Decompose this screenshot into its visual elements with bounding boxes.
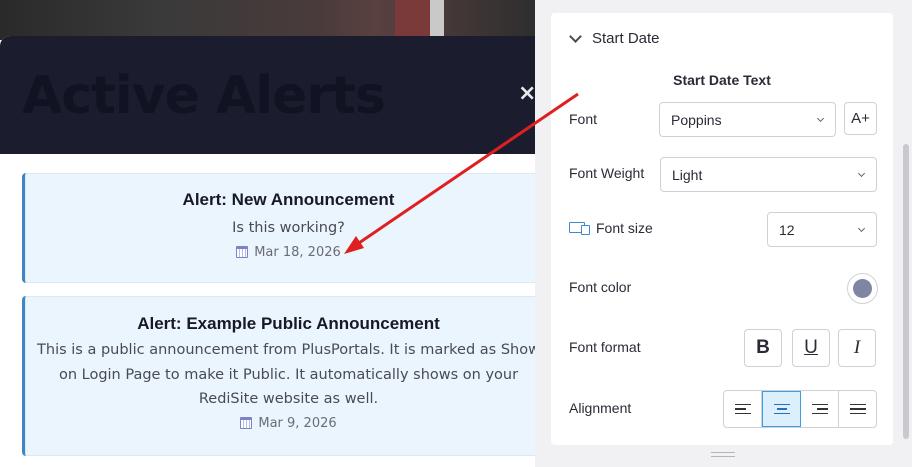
- align-right-icon: [811, 403, 828, 415]
- modal-header: Active Alerts ×: [0, 36, 560, 154]
- font-format-label: Font format: [569, 339, 641, 355]
- font-size-select[interactable]: 12: [767, 212, 877, 247]
- alignment-label: Alignment: [569, 400, 632, 416]
- font-color-dot: [853, 279, 872, 298]
- section-header-start-date[interactable]: Start Date: [569, 29, 660, 47]
- font-select-value: Poppins: [671, 112, 722, 128]
- font-size-label-text: Font size: [596, 220, 653, 236]
- alert-date: Mar 18, 2026: [25, 245, 552, 260]
- subheading: Start Date Text: [673, 72, 771, 88]
- alert-date: Mar 9, 2026: [25, 416, 552, 431]
- chevron-down-icon: [816, 114, 825, 123]
- bold-button[interactable]: B: [744, 329, 782, 367]
- alert-title: Alert: Example Public Announcement: [137, 314, 440, 333]
- alerts-modal: Active Alerts × Alert: New Announcement …: [0, 36, 560, 467]
- background-photo-detail: [430, 0, 444, 40]
- align-right-button[interactable]: [801, 391, 839, 427]
- underline-icon: U: [804, 337, 818, 358]
- settings-card: Start Date Start Date Text Font Poppins …: [551, 13, 893, 445]
- align-justify-icon: [849, 403, 866, 415]
- alert-card[interactable]: Alert: Example Public Announcement This …: [22, 296, 552, 456]
- font-color-label: Font color: [569, 279, 632, 295]
- chevron-down-icon: [857, 224, 866, 233]
- align-center-button[interactable]: [762, 391, 801, 427]
- align-justify-button[interactable]: [839, 391, 876, 427]
- responsive-devices-icon[interactable]: [569, 222, 591, 235]
- alert-date-text: Mar 9, 2026: [258, 415, 337, 431]
- italic-button[interactable]: I: [838, 329, 876, 367]
- align-left-button[interactable]: [724, 391, 762, 427]
- font-size-label: Font size: [569, 220, 653, 236]
- alert-body: This is a public announcement from PlusP…: [37, 342, 540, 407]
- alert-date-text: Mar 18, 2026: [254, 244, 341, 260]
- font-label: Font: [569, 111, 598, 127]
- italic-icon: I: [853, 337, 861, 358]
- font-size-increase-icon: A+: [851, 110, 870, 127]
- font-weight-select[interactable]: Light: [660, 157, 877, 192]
- section-title: Start Date: [592, 30, 660, 47]
- resize-grip-icon[interactable]: [711, 452, 735, 457]
- font-weight-value: Light: [672, 167, 703, 183]
- settings-panel: Start Date Start Date Text Font Poppins …: [535, 0, 912, 467]
- close-icon[interactable]: ×: [518, 83, 536, 105]
- font-options-button[interactable]: A+: [844, 102, 877, 135]
- font-color-swatch[interactable]: [847, 273, 878, 304]
- font-weight-label: Font Weight: [569, 165, 645, 181]
- font-select[interactable]: Poppins: [659, 102, 836, 137]
- background-photo-detail: [395, 0, 435, 40]
- panel-scrollbar[interactable]: [903, 144, 909, 439]
- alignment-group: [723, 390, 877, 428]
- alert-title: Alert: New Announcement: [182, 190, 395, 209]
- align-center-icon: [773, 403, 790, 415]
- background-photo: [0, 0, 535, 40]
- underline-button[interactable]: U: [792, 329, 830, 367]
- modal-title: Active Alerts: [22, 66, 386, 126]
- bold-icon: B: [756, 337, 770, 358]
- chevron-down-icon: [569, 29, 582, 43]
- align-left-icon: [734, 403, 751, 415]
- alert-card[interactable]: Alert: New Announcement Is this working?…: [22, 173, 552, 283]
- alert-body: Is this working?: [232, 220, 345, 236]
- chevron-down-icon: [857, 169, 866, 178]
- calendar-icon: [240, 417, 253, 429]
- calendar-icon: [236, 246, 249, 258]
- font-size-value: 12: [779, 222, 795, 238]
